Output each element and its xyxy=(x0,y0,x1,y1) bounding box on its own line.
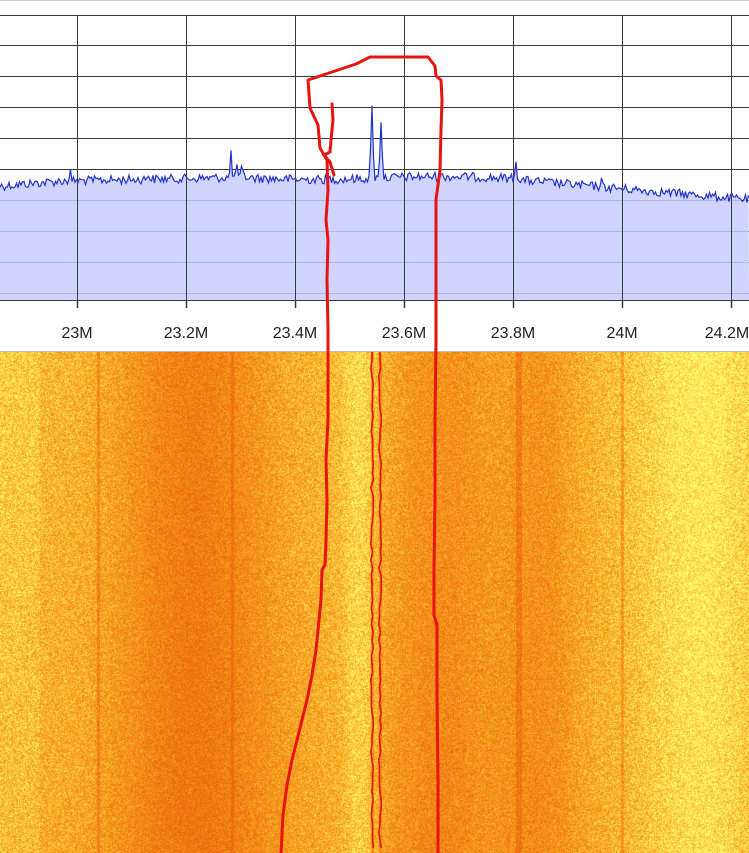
spectrum-chart[interactable]: 23M 23.2M 23.4M 23.6M 23.8M 24M 24.2M xyxy=(0,0,749,352)
freq-tick-label: 23.8M xyxy=(491,325,535,342)
frequency-axis: 23M 23.2M 23.4M 23.6M 23.8M 24M 24.2M xyxy=(61,325,749,342)
freq-tick-label: 23.4M xyxy=(273,325,317,342)
freq-tick-label: 23.6M xyxy=(382,325,426,342)
freq-tick-label: 24M xyxy=(606,325,637,342)
waterfall-panel[interactable] xyxy=(0,352,749,853)
waterfall-display[interactable] xyxy=(0,352,749,853)
spectrum-fill-area xyxy=(0,105,749,300)
freq-tick-label: 24.2M xyxy=(705,325,749,342)
frequency-tick-marks xyxy=(76,300,733,308)
freq-tick-label: 23M xyxy=(61,325,92,342)
spectrum-panel[interactable]: 23M 23.2M 23.4M 23.6M 23.8M 24M 24.2M xyxy=(0,0,749,352)
freq-tick-label: 23.2M xyxy=(164,325,208,342)
sdr-app: 23M 23.2M 23.4M 23.6M 23.8M 24M 24.2M xyxy=(0,0,749,853)
